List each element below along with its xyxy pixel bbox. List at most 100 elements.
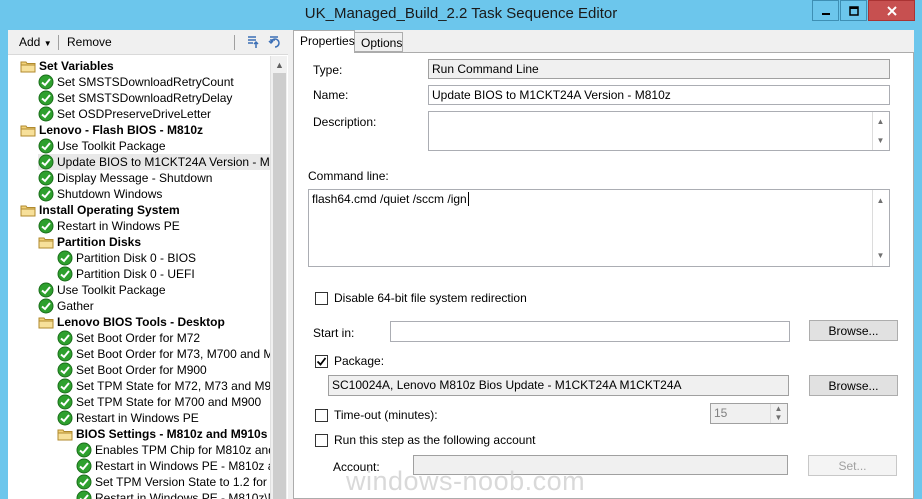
move-up-icon[interactable]: [244, 34, 260, 50]
tree-item-label: Use Toolkit Package: [57, 139, 166, 153]
tree-group-item[interactable]: Partition Disks: [38, 234, 141, 250]
tree-item-label: Gather: [57, 299, 94, 313]
tree-step-item[interactable]: Gather: [38, 298, 94, 314]
green-check-icon: [57, 266, 73, 282]
task-sequence-tree[interactable]: Set Variables Set SMSTSDownloadRetryCount…: [8, 56, 270, 499]
command-line-scrollbar[interactable]: ▲ ▼: [872, 190, 888, 266]
tree-scrollbar[interactable]: ▲: [270, 56, 287, 499]
green-check-icon: [38, 186, 54, 202]
package-label: Package:: [334, 354, 385, 368]
timeout-spin[interactable]: ▲ ▼: [770, 404, 786, 423]
properties-panel: Type: Run Command Line Name: Update BIOS…: [293, 52, 914, 499]
checkmark-icon: [316, 357, 327, 366]
toolbar-divider: [234, 35, 235, 50]
scroll-thumb[interactable]: [273, 73, 286, 499]
timeout-value: 15: [714, 406, 728, 420]
set-account-button[interactable]: Set...: [808, 455, 897, 476]
scroll-up-icon[interactable]: ▲: [271, 56, 288, 73]
tree-step-item[interactable]: Partition Disk 0 - BIOS: [57, 250, 196, 266]
window-title: UK_Managed_Build_2.2 Task Sequence Edito…: [304, 5, 618, 22]
tree-group-item[interactable]: BIOS Settings - M810z and M910s: [57, 426, 267, 442]
scroll-down-icon[interactable]: ▼: [873, 133, 888, 148]
tree-step-item[interactable]: Partition Disk 0 - UEFI: [57, 266, 195, 282]
green-check-icon: [38, 154, 54, 170]
package-checkbox[interactable]: [315, 355, 328, 368]
scroll-down-icon[interactable]: ▼: [873, 248, 888, 263]
run-as-checkbox[interactable]: [315, 434, 328, 447]
tab-options[interactable]: Options: [354, 32, 403, 52]
tree-step-item[interactable]: Set TPM State for M72, M73 and M93P: [57, 378, 270, 394]
tree-step-item[interactable]: Set Boot Order for M900: [57, 362, 207, 378]
command-line-label: Command line:: [308, 169, 389, 183]
watermark-text: windows-noob.com: [346, 466, 586, 496]
green-check-icon: [38, 74, 54, 90]
tree-item-label: Use Toolkit Package: [57, 283, 166, 297]
tree-step-item[interactable]: Restart in Windows PE: [57, 410, 199, 426]
tree-step-item[interactable]: Set SMSTSDownloadRetryCount: [38, 74, 234, 90]
tree-item-label: Set Boot Order for M900: [76, 363, 207, 377]
maximize-button[interactable]: [840, 0, 867, 21]
tree-step-item[interactable]: Shutdown Windows: [38, 186, 162, 202]
maximize-icon: [848, 5, 859, 16]
spin-up-icon[interactable]: ▲: [771, 404, 786, 413]
scroll-up-icon[interactable]: ▲: [873, 114, 888, 129]
tree-item-label: Set TPM State for M72, M73 and M93P: [76, 379, 270, 393]
start-in-field[interactable]: [390, 321, 790, 342]
remove-button[interactable]: Remove: [67, 35, 112, 49]
tree-step-item[interactable]: Set Boot Order for M72: [57, 330, 200, 346]
tree-step-item[interactable]: Restart in Windows PE: [38, 218, 180, 234]
move-down-icon[interactable]: [266, 34, 282, 50]
title-bar: UK_Managed_Build_2.2 Task Sequence Edito…: [0, 0, 922, 30]
tree-item-label: Set SMSTSDownloadRetryCount: [57, 75, 234, 89]
scroll-up-icon[interactable]: ▲: [873, 193, 888, 208]
description-scrollbar[interactable]: ▲ ▼: [872, 112, 888, 150]
tree-step-item[interactable]: Use Toolkit Package: [38, 282, 166, 298]
tree-step-item[interactable]: Set TPM State for M700 and M900: [57, 394, 261, 410]
tree-step-item[interactable]: Set OSDPreserveDriveLetter: [38, 106, 211, 122]
tree-item-label: Restart in Windows PE - M810z and M910s: [95, 459, 270, 473]
timeout-checkbox[interactable]: [315, 409, 328, 422]
add-menu-button[interactable]: Add ▼: [19, 35, 52, 49]
tree-step-item[interactable]: Set SMSTSDownloadRetryDelay: [38, 90, 232, 106]
tree-group-item[interactable]: Lenovo - Flash BIOS - M810z: [20, 122, 203, 138]
tree-group-item[interactable]: Set Variables: [20, 58, 114, 74]
tree-item-label: Shutdown Windows: [57, 187, 163, 201]
tab-properties[interactable]: Properties: [293, 30, 355, 53]
type-field: Run Command Line: [428, 59, 890, 79]
tree-step-item[interactable]: Display Message - Shutdown: [38, 170, 212, 186]
command-line-field[interactable]: flash64.cmd /quiet /sccm /ign ▲ ▼: [308, 189, 890, 267]
description-field[interactable]: ▲ ▼: [428, 111, 890, 151]
green-check-icon: [57, 362, 73, 378]
tree-item-label: Set TPM Version State to 1.2 for M810z: [95, 475, 270, 489]
disable-redirection-label: Disable 64-bit file system redirection: [334, 291, 527, 305]
green-check-icon: [76, 490, 92, 499]
command-line-text: flash64.cmd /quiet /sccm /ign: [312, 192, 467, 206]
tree-item-label: Restart in Windows PE - M810z\M910s: [95, 491, 270, 499]
tree-item-label: Lenovo BIOS Tools - Desktop: [57, 315, 225, 329]
timeout-stepper[interactable]: 15 ▲ ▼: [710, 403, 788, 424]
tree-step-item[interactable]: Restart in Windows PE - M810z and M910s: [76, 458, 270, 474]
close-button[interactable]: [868, 0, 915, 21]
tree-step-item[interactable]: Set Boot Order for M73, M700 and M93P: [57, 346, 270, 362]
minimize-button[interactable]: [812, 0, 839, 21]
name-field[interactable]: Update BIOS to M1CKT24A Version - M810z: [428, 85, 890, 105]
start-in-browse-button[interactable]: Browse...: [809, 320, 898, 341]
tree-step-item[interactable]: Use Toolkit Package: [38, 138, 166, 154]
run-as-label: Run this step as the following account: [334, 433, 536, 447]
editor-frame: Add ▼ Remove Set Variables Set SMSTSDownl…: [8, 30, 914, 499]
tree-step-item[interactable]: Restart in Windows PE - M810z\M910s: [76, 490, 270, 499]
folder-icon: [38, 314, 54, 330]
tree-item-label: BIOS Settings - M810z and M910s: [76, 427, 268, 441]
tree-step-item[interactable]: Set TPM Version State to 1.2 for M810z: [76, 474, 270, 490]
tree-step-item[interactable]: Enables TPM Chip for M810z and M910s: [76, 442, 270, 458]
task-tree-pane: Add ▼ Remove Set Variables Set SMSTSDownl…: [8, 30, 288, 499]
green-check-icon: [57, 330, 73, 346]
tree-item-label: Set Boot Order for M73, M700 and M93P: [76, 347, 270, 361]
tree-step-item[interactable]: Update BIOS to M1CKT24A Version - M810z: [38, 154, 270, 170]
tree-group-item[interactable]: Lenovo BIOS Tools - Desktop: [38, 314, 225, 330]
tree-group-item[interactable]: Install Operating System: [20, 202, 180, 218]
disable-redirection-checkbox[interactable]: [315, 292, 328, 305]
package-browse-button[interactable]: Browse...: [809, 375, 898, 396]
tree-item-label: Set Variables: [39, 59, 114, 73]
spin-down-icon[interactable]: ▼: [771, 413, 786, 422]
